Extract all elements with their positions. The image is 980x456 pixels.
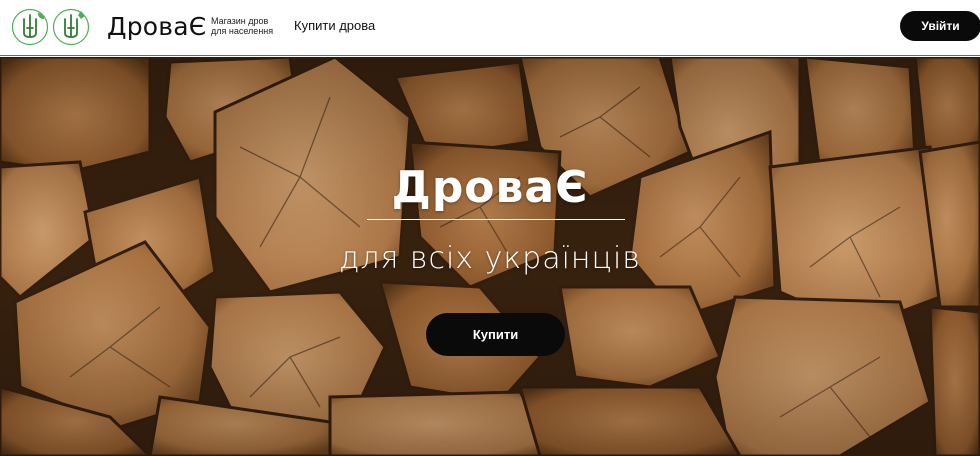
trident-emblem-icon[interactable] (52, 8, 90, 46)
brand-tagline: Магазин дров для населення (211, 16, 291, 36)
brand-name[interactable]: ДроваЄ (107, 12, 206, 41)
site-header: ДроваЄ Магазин дров для населення Купити… (0, 0, 980, 56)
hero-section: ДроваЄ для всіх українців Купити (0, 57, 980, 456)
buy-button[interactable]: Купити (426, 313, 565, 356)
trident-emblem-icon[interactable] (11, 8, 49, 46)
hero-divider (367, 219, 625, 220)
tagline-line: Магазин дров (211, 16, 269, 26)
tagline-line: для населення (211, 26, 274, 36)
hero-title: ДроваЄ (391, 162, 589, 213)
nav-buy-firewood-link[interactable]: Купити дрова (294, 18, 375, 33)
login-button[interactable]: Увійти (900, 11, 980, 41)
hero-subtitle: для всіх українців (339, 241, 641, 276)
